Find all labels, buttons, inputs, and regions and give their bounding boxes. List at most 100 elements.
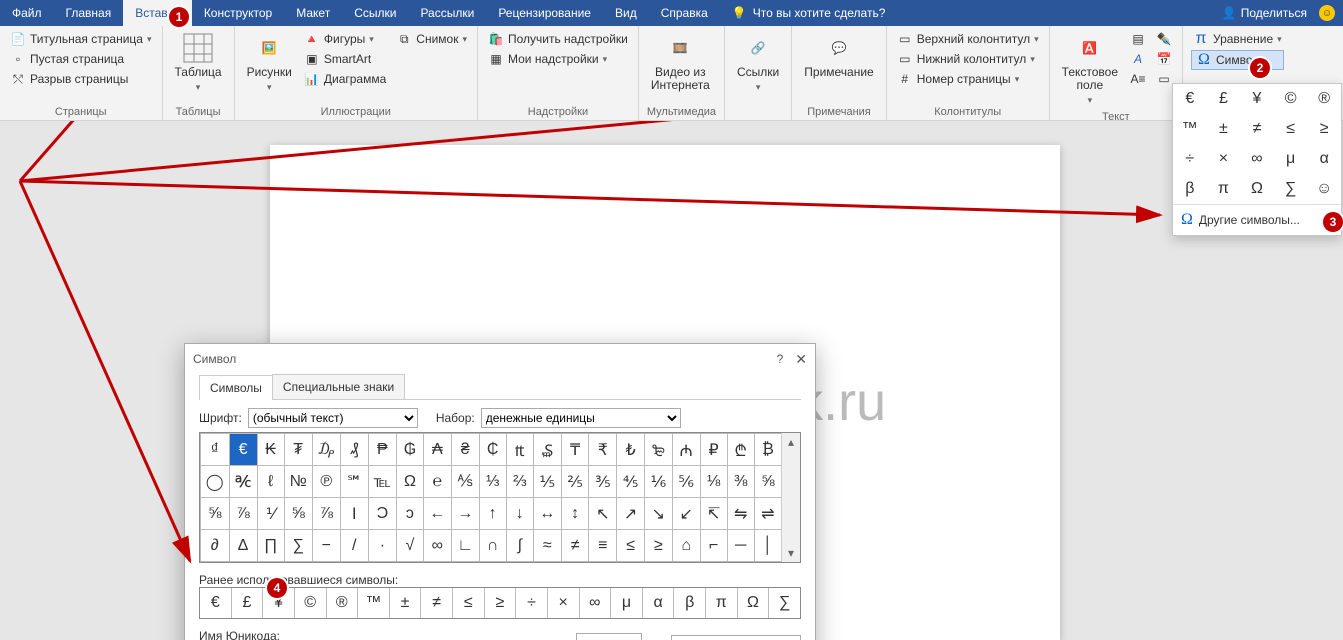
char-cell[interactable]: Ɔ [368,498,396,530]
recent-symbol-cell[interactable]: π [706,588,738,618]
char-cell[interactable]: · [368,530,396,562]
char-cell[interactable]: ℠ [340,466,368,498]
char-cell[interactable]: ₭ [257,434,284,466]
char-cell[interactable]: ⅕ [533,466,561,498]
char-cell[interactable]: ≈ [533,530,561,562]
char-cell[interactable]: ⅔ [506,466,533,498]
char-cell[interactable]: ₰ [340,434,368,466]
symbol-cell[interactable]: £ [1207,84,1241,114]
char-cell[interactable]: ⌂ [672,530,700,562]
shapes-button[interactable]: 🔺Фигуры [302,30,388,48]
char-cell[interactable]: ⅙ [645,466,673,498]
char-cell[interactable]: ₯ [312,434,340,466]
char-cell[interactable]: ↖ [589,498,617,530]
char-cell[interactable]: ⅚ [672,466,700,498]
char-cell[interactable]: ⅝ [201,498,230,530]
tab-references[interactable]: Ссылки [342,0,408,26]
symbol-cell[interactable]: © [1274,84,1308,114]
date-time-button[interactable]: 📅 [1154,50,1174,68]
char-cell[interactable]: € [229,434,257,466]
tab-mailings[interactable]: Рассылки [408,0,486,26]
quick-parts-button[interactable]: ▤ [1128,30,1148,48]
symbol-cell[interactable]: ∞ [1240,144,1274,174]
smiley-icon[interactable]: ☺ [1319,5,1335,21]
char-cell[interactable]: ⅗ [589,466,617,498]
from-select[interactable]: Юникод (шестн.) [671,635,801,640]
symbol-cell[interactable]: € [1173,84,1207,114]
char-cell[interactable]: ↘ [645,498,673,530]
dialog-tab-symbols[interactable]: Символы [199,375,273,400]
equation-button[interactable]: πУравнение [1191,30,1284,48]
char-cell[interactable]: / [340,530,368,562]
char-cell[interactable]: ≡ [589,530,617,562]
char-cell[interactable]: ₱ [368,434,396,466]
symbol-cell[interactable]: Ω [1240,174,1274,204]
footer-button[interactable]: ▭Нижний колонтитул [895,50,1041,68]
recent-symbol-cell[interactable]: × [548,588,580,618]
signature-button[interactable]: ✒️ [1154,30,1174,48]
symbol-cell[interactable]: × [1207,144,1241,174]
blank-page-button[interactable]: ▫Пустая страница [8,50,154,68]
recent-symbol-cell[interactable]: μ [611,588,643,618]
char-cell[interactable]: ℀ [229,466,257,498]
char-cell[interactable]: ↑ [479,498,506,530]
char-cell[interactable]: ₿ [754,434,781,466]
char-cell[interactable]: √ [397,530,424,562]
chart-button[interactable]: 📊Диаграмма [302,70,388,88]
char-cell[interactable]: ⅜ [727,466,754,498]
recent-symbol-cell[interactable]: © [295,588,327,618]
tab-help[interactable]: Справка [649,0,720,26]
char-cell[interactable]: ⅝ [754,466,781,498]
char-cell[interactable]: ₷ [533,434,561,466]
my-addins-button[interactable]: ▦Мои надстройки [486,50,630,68]
char-cell[interactable]: ↙ [672,498,700,530]
symbol-cell[interactable]: ≥ [1307,114,1341,144]
symbol-cell[interactable]: ☺ [1307,174,1341,204]
recent-symbol-cell[interactable]: ™ [358,588,390,618]
recent-symbol-cell[interactable]: ® [327,588,359,618]
tab-file[interactable]: Файл [0,0,54,26]
char-cell[interactable]: ∟ [451,530,479,562]
symbol-cell[interactable]: π [1207,174,1241,204]
tab-view[interactable]: Вид [603,0,649,26]
recent-symbol-cell[interactable]: ≥ [485,588,517,618]
char-cell[interactable]: ≥ [645,530,673,562]
page-break-button[interactable]: ⤲Разрыв страницы [8,70,154,88]
subset-select[interactable]: денежные единицы [481,408,681,428]
char-cell[interactable]: ₺ [617,434,645,466]
scroll-down-arrow[interactable]: ▾ [788,544,794,562]
symbol-cell[interactable]: ÷ [1173,144,1207,174]
char-cell[interactable]: ↸ [700,498,727,530]
char-cell[interactable]: ⅘ [617,466,645,498]
char-cell[interactable]: ℮ [423,466,451,498]
recent-symbol-cell[interactable]: β [674,588,706,618]
char-cell[interactable]: → [451,498,479,530]
symbol-cell[interactable]: α [1307,144,1341,174]
recent-symbol-cell[interactable]: α [643,588,675,618]
char-cell[interactable]: ∑ [284,530,312,562]
text-box-button[interactable]: 🅰️ Текстовое поле [1058,30,1122,109]
recent-symbol-cell[interactable]: ÷ [516,588,548,618]
char-cell[interactable]: ⅍ [451,466,479,498]
recent-symbol-cell[interactable]: ≠ [421,588,453,618]
comment-button[interactable]: 💬 Примечание [800,30,877,81]
char-cell[interactable]: ₲ [397,434,424,466]
recent-symbol-cell[interactable]: ∞ [580,588,612,618]
share-button[interactable]: 👤 Поделиться [1222,6,1307,20]
char-cell[interactable]: ₽ [700,434,727,466]
char-cell[interactable]: ℓ [257,466,284,498]
tell-me[interactable]: 💡 Что вы хотите сделать? [720,6,898,20]
symbol-cell[interactable]: ¥ [1240,84,1274,114]
page-number-button[interactable]: #Номер страницы [895,70,1041,88]
char-cell[interactable]: Ⅰ [340,498,368,530]
symbol-cell[interactable]: ≠ [1240,114,1274,144]
char-cell[interactable]: ₹ [589,434,617,466]
symbol-cell[interactable]: ™ [1173,114,1207,144]
char-cell[interactable]: ⅟ [257,498,284,530]
table-button[interactable]: Таблица [171,30,226,96]
char-cell[interactable]: ₫ [201,434,230,466]
code-input[interactable] [576,633,642,640]
char-cell[interactable]: ⇌ [754,498,781,530]
recent-symbol-cell[interactable]: Ω [738,588,770,618]
char-cell[interactable]: ⅝ [284,498,312,530]
